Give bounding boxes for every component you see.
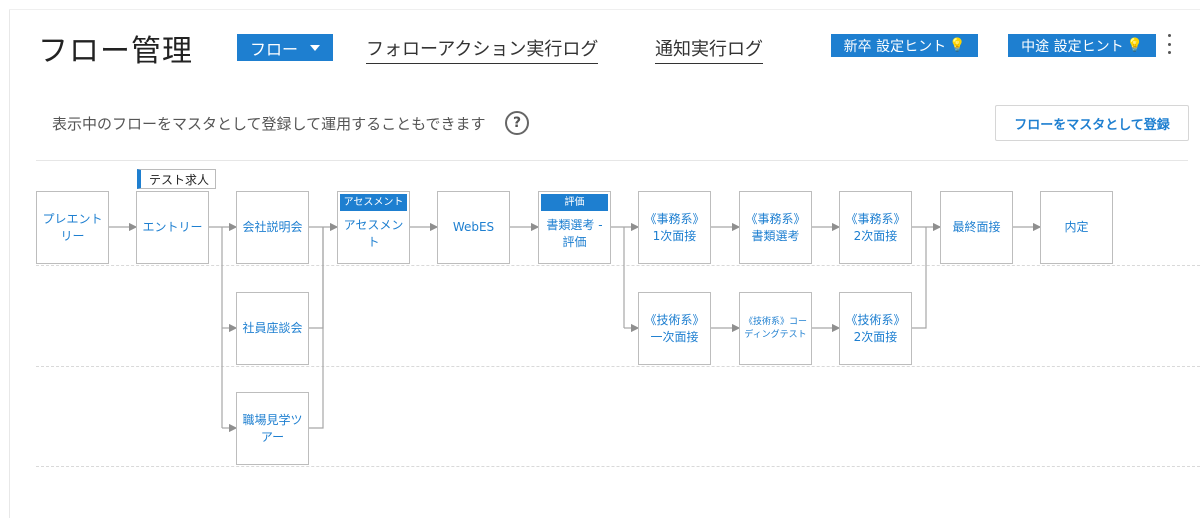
- node-final-interview[interactable]: 最終面接: [940, 191, 1013, 264]
- node-office-document-screening[interactable]: 《事務系》 書類選考: [739, 191, 812, 264]
- node-label: プレエント リー: [42, 211, 103, 243]
- node-tech-1st-interview[interactable]: 《技術系》 一次面接: [638, 292, 711, 365]
- test-job-tag: テスト求人: [137, 169, 217, 189]
- node-label: 社員座談会: [242, 321, 303, 335]
- node-employee-meeting[interactable]: 社員座談会: [236, 292, 309, 365]
- node-office-2nd-interview[interactable]: 《事務系》 2次面接: [839, 191, 912, 264]
- node-label: 《事務系》 1次面接: [644, 211, 705, 243]
- node-assessment[interactable]: アセスメント アセスメン ト: [337, 191, 410, 264]
- node-label: 最終面接: [952, 220, 1001, 234]
- node-label: エントリー: [142, 220, 203, 234]
- node-label: アセスメン ト: [343, 217, 404, 249]
- node-label: 会社説明会: [242, 220, 303, 234]
- node-workplace-tour[interactable]: 職場見学ツ アー: [236, 392, 309, 465]
- node-pre-entry[interactable]: プレエント リー: [36, 191, 109, 264]
- node-label: 《技術系》 一次面接: [644, 312, 705, 344]
- evaluation-tag: 評価: [541, 194, 608, 211]
- node-label: WebES: [452, 220, 495, 234]
- node-entry[interactable]: エントリー: [136, 191, 209, 264]
- node-webes[interactable]: WebES: [437, 191, 510, 264]
- node-label: 職場見学ツ アー: [242, 412, 303, 444]
- node-label: 書類選考 - 評価: [546, 217, 603, 249]
- node-label: 《技術系》 2次面接: [845, 312, 906, 344]
- node-tech-2nd-interview[interactable]: 《技術系》 2次面接: [839, 292, 912, 365]
- node-label: 《事務系》 2次面接: [845, 211, 906, 243]
- assessment-tag: アセスメント: [340, 194, 407, 211]
- node-company-briefing[interactable]: 会社説明会: [236, 191, 309, 264]
- node-office-1st-interview[interactable]: 《事務系》 1次面接: [638, 191, 711, 264]
- node-label: 《事務系》 書類選考: [745, 211, 806, 243]
- node-label: 内定: [1064, 220, 1089, 234]
- node-tech-coding-test[interactable]: 《技術系》コー ディングテスト: [739, 292, 812, 365]
- node-offer[interactable]: 内定: [1040, 191, 1113, 264]
- node-label: 《技術系》コー ディングテスト: [743, 316, 807, 340]
- node-document-screening[interactable]: 評価 書類選考 - 評価: [538, 191, 611, 264]
